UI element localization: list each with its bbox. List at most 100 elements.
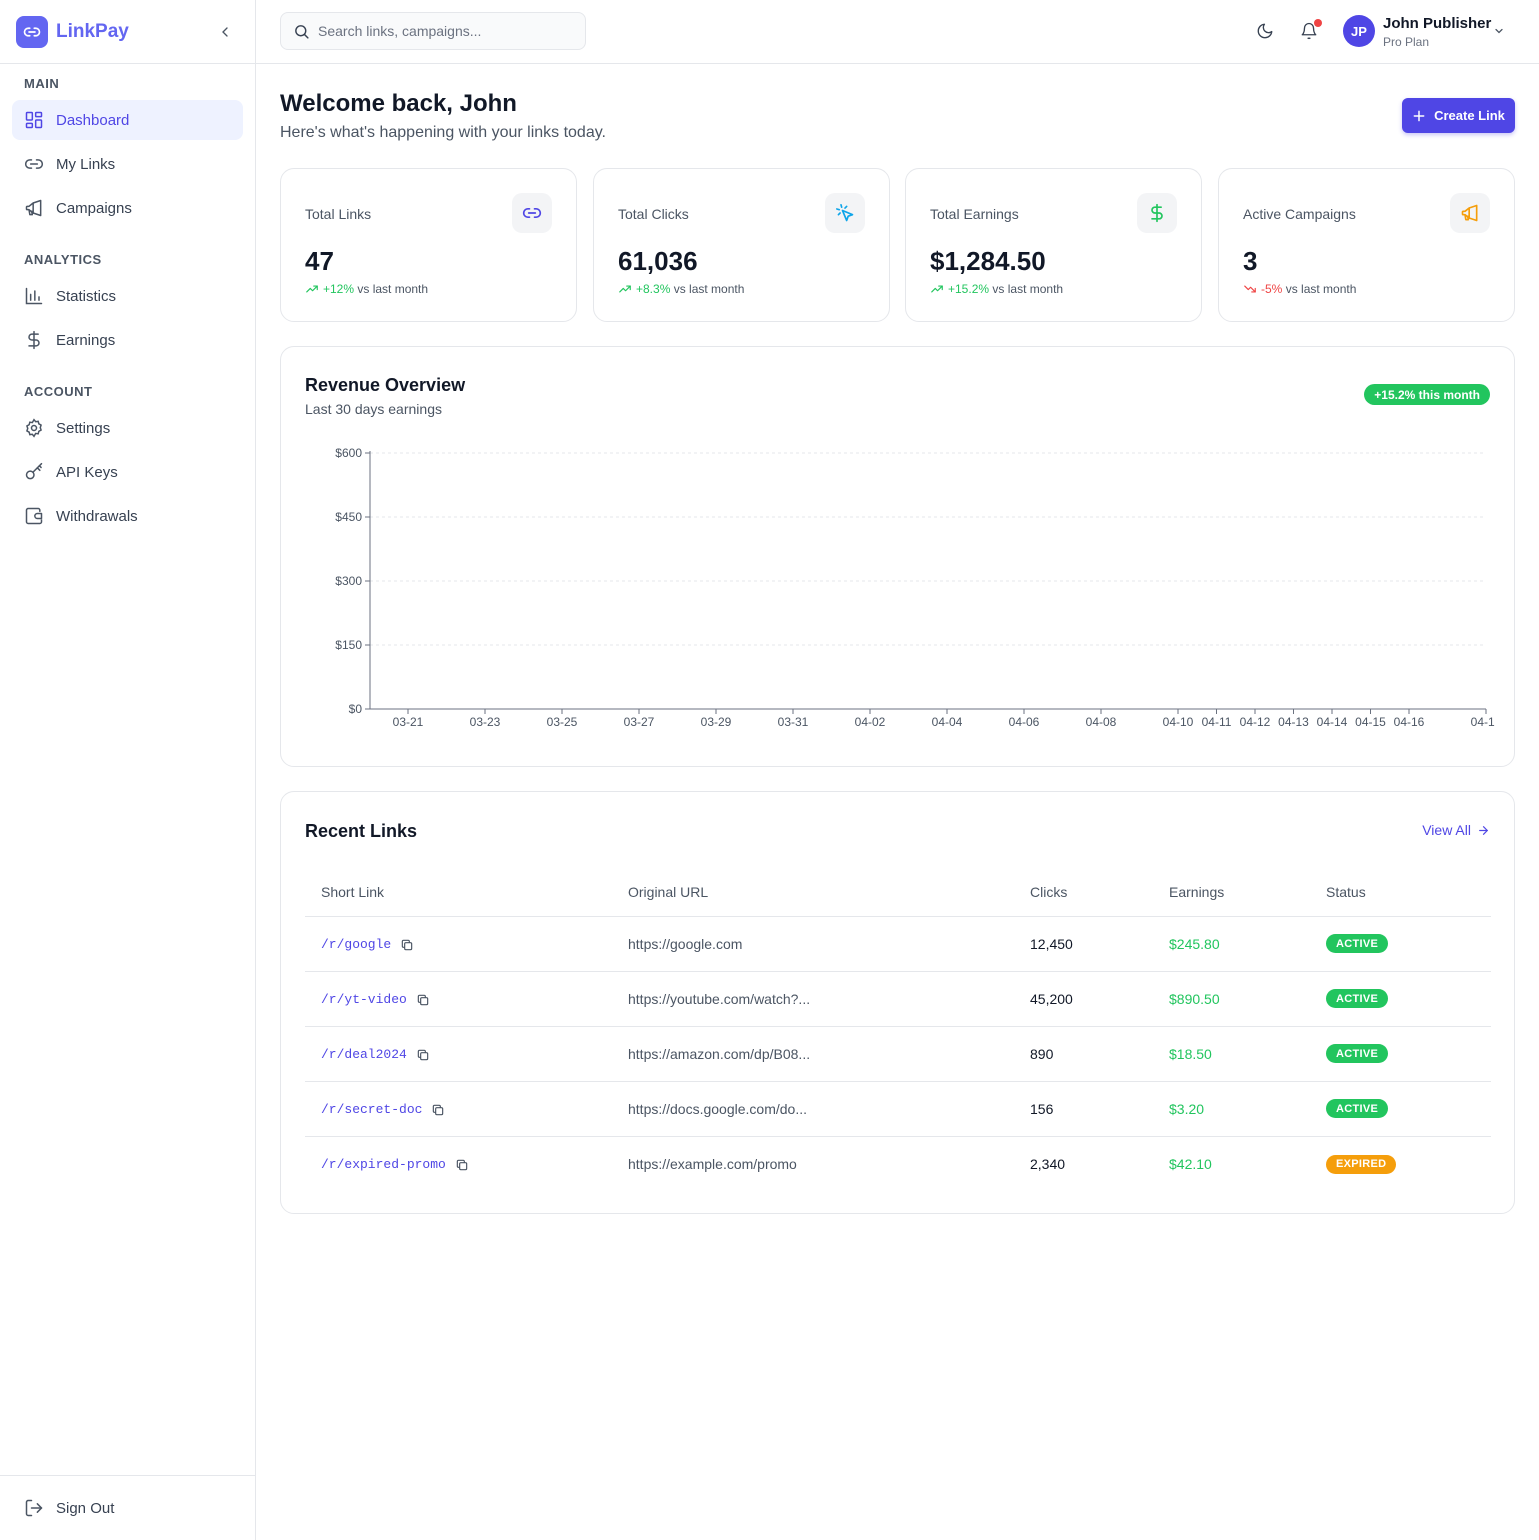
copy-icon[interactable] xyxy=(431,1103,445,1117)
x-tick-label: 04-12 xyxy=(1240,715,1271,729)
cell-status: ACTIVE xyxy=(1310,1026,1491,1082)
cell-status: ACTIVE xyxy=(1310,1081,1491,1137)
main-content: Welcome back, John Here's what's happeni… xyxy=(256,64,1539,1540)
cell-clicks: 45,200 xyxy=(1014,971,1153,1027)
recent-links-table: Short Link Original URL Clicks Earnings … xyxy=(305,868,1491,1191)
x-tick-label: 04-02 xyxy=(855,715,886,729)
search-input[interactable] xyxy=(318,23,568,39)
stat-card-total-links: Total Links 47 +12% vs last month xyxy=(280,168,577,322)
stat-value: 3 xyxy=(1243,246,1258,276)
cell-status: EXPIRED xyxy=(1310,1136,1491,1191)
bar-chart-icon xyxy=(25,287,43,305)
table-row: /r/secret-doc https://docs.google.com/do… xyxy=(305,1081,1491,1137)
user-menu-chevron-down-icon[interactable] xyxy=(1493,25,1505,37)
stat-change-suffix: vs last month xyxy=(1285,282,1357,296)
x-tick-label: 03-31 xyxy=(778,715,809,729)
short-link[interactable]: /r/yt-video xyxy=(321,992,407,1007)
create-link-button[interactable]: Create Link xyxy=(1402,98,1515,133)
cell-original-url: https://docs.google.com/do... xyxy=(612,1081,1014,1137)
cell-earnings: $245.80 xyxy=(1153,916,1310,972)
topbar: JP John Publisher Pro Plan xyxy=(256,0,1539,64)
cursor-click-icon xyxy=(825,193,865,233)
cell-short-link: /r/secret-doc xyxy=(305,1081,612,1137)
x-tick-label: 04-04 xyxy=(932,715,963,729)
page-subtitle: Here's what's happening with your links … xyxy=(280,124,606,141)
view-all-label: View All xyxy=(1422,822,1471,838)
y-tick-label: $600 xyxy=(335,446,362,460)
dollar-icon xyxy=(1137,193,1177,233)
stat-change: +8.3% vs last month xyxy=(618,282,744,296)
cell-original-url: https://google.com xyxy=(612,916,1014,972)
column-header-short-link: Short Link xyxy=(305,868,612,917)
copy-icon[interactable] xyxy=(416,1048,430,1062)
cell-short-link: /r/deal2024 xyxy=(305,1026,612,1082)
column-header-earnings: Earnings xyxy=(1153,868,1310,917)
stat-change-suffix: vs last month xyxy=(357,282,429,296)
cell-earnings: $3.20 xyxy=(1153,1081,1310,1137)
revenue-chart: $0 $150 $300 $450 $600 03-21 03-23 03-25 03-27 03… xyxy=(335,446,1495,729)
cell-clicks: 156 xyxy=(1014,1081,1153,1137)
megaphone-icon xyxy=(25,199,42,217)
app-name: LinkPay xyxy=(56,20,129,42)
link-icon xyxy=(24,159,44,169)
view-all-link[interactable]: View All xyxy=(1422,822,1490,838)
column-header-original-url: Original URL xyxy=(612,868,1014,917)
stat-change-value: -5% xyxy=(1261,282,1283,296)
logo-row: LinkPay xyxy=(0,0,255,64)
copy-icon[interactable] xyxy=(400,938,414,952)
sidebar-item-statistics[interactable]: Statistics xyxy=(12,276,243,316)
stat-card-active-campaigns: Active Campaigns 3 -5% vs last month xyxy=(1218,168,1515,322)
status-badge: ACTIVE xyxy=(1326,934,1389,954)
cell-original-url: https://youtube.com/watch?... xyxy=(612,971,1014,1027)
sidebar-item-label: Campaigns xyxy=(56,199,132,217)
dark-mode-moon-icon[interactable] xyxy=(1256,22,1274,40)
sidebar-item-dashboard[interactable]: Dashboard xyxy=(12,100,243,140)
sidebar-item-api-keys[interactable]: API Keys xyxy=(12,452,243,492)
sidebar-item-earnings[interactable]: Earnings xyxy=(12,320,243,360)
short-link[interactable]: /r/expired-promo xyxy=(321,1157,446,1172)
table-header-row: Short Link Original URL Clicks Earnings … xyxy=(305,868,1491,917)
cell-earnings: $890.50 xyxy=(1153,971,1310,1027)
cell-clicks: 2,340 xyxy=(1030,1155,1066,1172)
table-row: /r/google https://google.com 12,450 $245… xyxy=(305,916,1491,972)
cell-original-url: https://example.com/promo xyxy=(628,1155,797,1172)
cell-short-link: /r/yt-video xyxy=(305,971,612,1027)
logo-link-icon xyxy=(16,15,48,48)
x-tick-label: 03-21 xyxy=(393,715,424,729)
y-tick-label: $150 xyxy=(335,638,362,652)
sidebar-item-withdrawals[interactable]: Withdrawals xyxy=(12,496,243,536)
stat-value: 47 xyxy=(305,246,334,276)
user-name[interactable]: John Publisher xyxy=(1383,15,1491,32)
sidebar-item-label: Withdrawals xyxy=(56,507,138,525)
cell-status: ACTIVE xyxy=(1310,971,1491,1027)
wallet-icon xyxy=(25,507,43,525)
cell-clicks: 12,450 xyxy=(1014,916,1153,972)
x-tick-label: 04-18 xyxy=(1471,715,1495,729)
signout-button[interactable]: Sign Out xyxy=(12,1488,243,1528)
avatar[interactable]: JP xyxy=(1343,15,1375,47)
stat-change-value: +12% xyxy=(323,282,355,296)
link-icon xyxy=(512,193,552,233)
short-link[interactable]: /r/google xyxy=(321,937,391,952)
sidebar-item-settings[interactable]: Settings xyxy=(12,408,243,448)
short-link[interactable]: /r/secret-doc xyxy=(321,1102,422,1117)
x-tick-label: 04-06 xyxy=(1009,715,1040,729)
stat-change-value: +8.3% xyxy=(636,282,671,296)
key-icon xyxy=(25,462,43,480)
short-link[interactable]: /r/deal2024 xyxy=(321,1047,407,1062)
section-title-analytics: ANALYTICS xyxy=(24,252,102,267)
cell-short-link: /r/expired-promo xyxy=(305,1136,612,1191)
x-tick-label: 04-10 xyxy=(1163,715,1194,729)
copy-icon[interactable] xyxy=(416,993,430,1007)
stat-change: -5% vs last month xyxy=(1243,282,1356,296)
sidebar-item-campaigns[interactable]: Campaigns xyxy=(12,188,243,228)
status-badge: ACTIVE xyxy=(1326,989,1389,1009)
log-out-icon xyxy=(25,1499,43,1517)
cell-short-link: /r/google xyxy=(305,916,612,972)
search-box xyxy=(280,12,586,50)
collapse-sidebar-chevron-icon[interactable] xyxy=(217,24,233,40)
copy-icon[interactable] xyxy=(455,1158,469,1172)
signout-label: Sign Out xyxy=(56,1499,115,1517)
sidebar-item-my-links[interactable]: My Links xyxy=(12,144,243,184)
sidebar-item-label: Dashboard xyxy=(56,111,130,129)
